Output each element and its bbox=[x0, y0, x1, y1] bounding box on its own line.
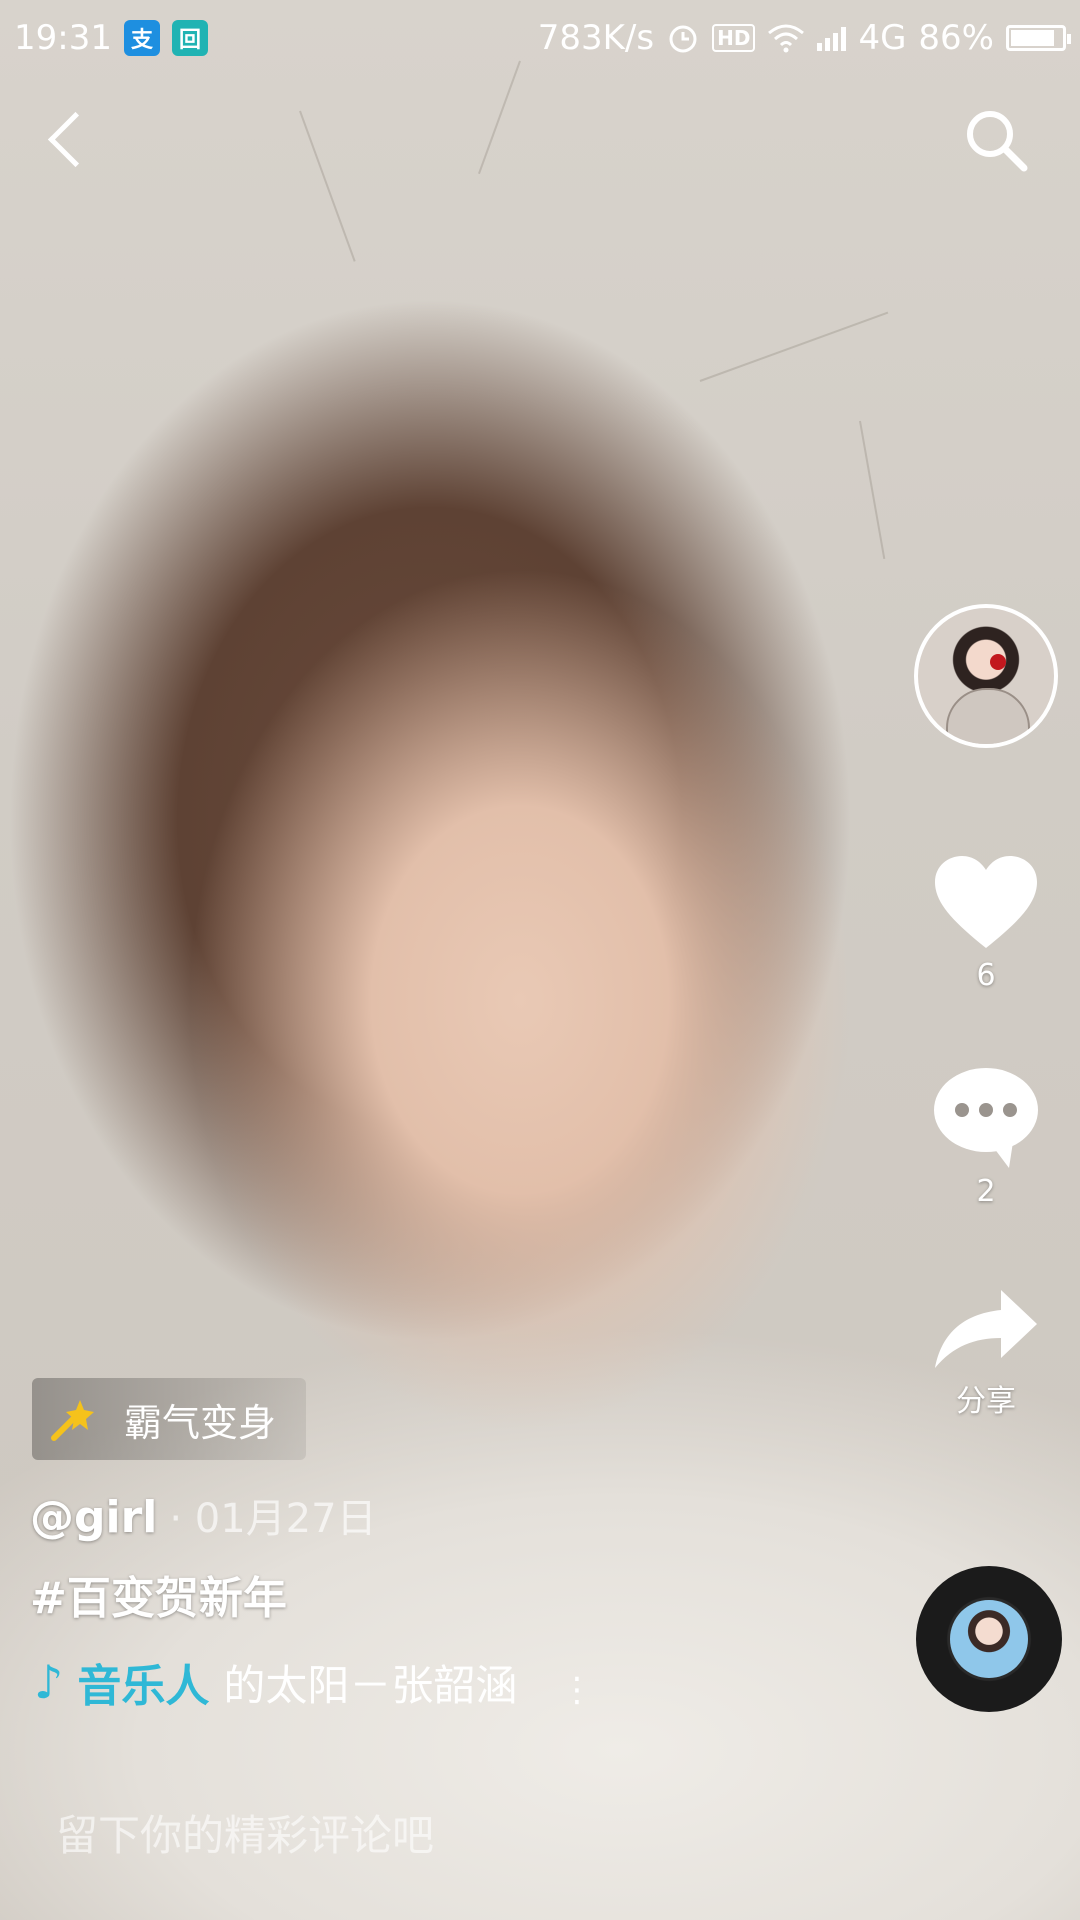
battery-icon bbox=[1006, 25, 1071, 51]
clock: 19:31 bbox=[14, 18, 112, 58]
magic-wand-icon bbox=[51, 1400, 94, 1441]
net-speed: 783K/s bbox=[537, 18, 655, 58]
effect-label: 霸气变身 bbox=[124, 1400, 277, 1445]
music-line[interactable]: ♪ 音乐人 的太阳－张韶涵 bbox=[34, 1650, 517, 1714]
hashtag[interactable]: #百变贺新年 bbox=[30, 1562, 287, 1626]
network-type: 4G bbox=[858, 18, 907, 58]
music-note-icon: ♪ bbox=[34, 1655, 64, 1709]
comment-input[interactable]: 留下你的精彩评论吧 bbox=[56, 1802, 434, 1863]
search-icon bbox=[967, 111, 1028, 172]
back-button[interactable] bbox=[40, 100, 96, 180]
comment-count: 2 bbox=[976, 1174, 996, 1209]
more-options-icon[interactable]: ⋮ bbox=[560, 1670, 594, 1710]
author-avatar[interactable] bbox=[914, 604, 1058, 748]
effect-tag[interactable]: 霸气变身 bbox=[32, 1378, 307, 1460]
author-line: @girl · 01月27日 bbox=[30, 1486, 377, 1544]
author-name[interactable]: @girl bbox=[30, 1492, 157, 1543]
share-button[interactable]: 分享 bbox=[924, 1286, 1048, 1420]
heart-icon bbox=[935, 856, 1037, 948]
music-prefix: 音乐人 bbox=[77, 1661, 210, 1712]
music-title: 的太阳－张韶涵 bbox=[223, 1660, 518, 1710]
post-date: · 01月27日 bbox=[169, 1496, 377, 1542]
like-count: 6 bbox=[976, 958, 996, 993]
scan-icon: 回 bbox=[171, 20, 208, 56]
share-arrow-icon bbox=[935, 1290, 1037, 1368]
like-button[interactable]: 6 bbox=[924, 854, 1048, 993]
music-disc[interactable] bbox=[916, 1566, 1062, 1712]
music-cover bbox=[950, 1600, 1028, 1678]
alipay-icon: 支 bbox=[123, 20, 160, 56]
status-bar: 19:31 支 回 783K/s HD 4G 86% bbox=[0, 0, 1080, 76]
hd-icon: HD bbox=[712, 24, 756, 52]
battery-percent: 86% bbox=[918, 18, 994, 58]
battery-fill bbox=[1011, 30, 1054, 46]
comment-bar[interactable]: 留下你的精彩评论吧 bbox=[0, 1790, 1080, 1920]
comment-icon bbox=[934, 1068, 1038, 1168]
search-button[interactable] bbox=[960, 104, 1032, 176]
share-label: 分享 bbox=[956, 1384, 1016, 1419]
comment-button[interactable]: 2 bbox=[924, 1066, 1048, 1209]
alarm-icon bbox=[669, 25, 697, 53]
signal-icon bbox=[817, 25, 847, 51]
wifi-icon bbox=[768, 24, 805, 53]
